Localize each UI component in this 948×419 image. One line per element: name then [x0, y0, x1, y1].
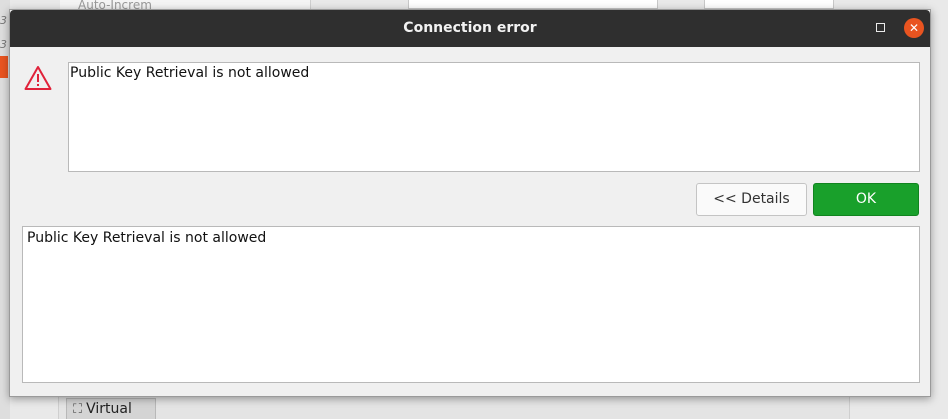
virtual-tab[interactable]: ⛶ Virtual [66, 398, 156, 419]
error-message-box: Public Key Retrieval is not allowed [68, 62, 920, 172]
virtual-node-icon: ⛶ [73, 401, 83, 417]
close-icon[interactable]: ✕ [904, 18, 924, 38]
background-selected-row [0, 56, 8, 78]
dialog-title: Connection error [403, 20, 537, 36]
details-button[interactable]: << Details [696, 183, 807, 216]
background-top-label: Auto-Increm [78, 0, 152, 9]
error-message-text: Public Key Retrieval is not allowed [70, 65, 310, 81]
details-text: Public Key Retrieval is not allowed [27, 230, 267, 246]
warning-triangle-icon [24, 66, 52, 90]
background-top-field [408, 0, 658, 9]
background-bottom-panel [58, 396, 850, 419]
background-left-text-1: 3 [0, 14, 7, 27]
dialog-titlebar[interactable]: Connection error ✕ [10, 10, 930, 47]
maximize-icon[interactable] [876, 23, 885, 32]
background-left-text-2: 3 [0, 38, 7, 51]
connection-error-dialog: Connection error ✕ Public Key Retrieval … [9, 9, 931, 397]
ok-button[interactable]: OK [813, 183, 919, 216]
background-top-field [704, 0, 834, 9]
details-text-area[interactable]: Public Key Retrieval is not allowed [22, 226, 920, 383]
virtual-tab-label: Virtual [86, 401, 132, 417]
